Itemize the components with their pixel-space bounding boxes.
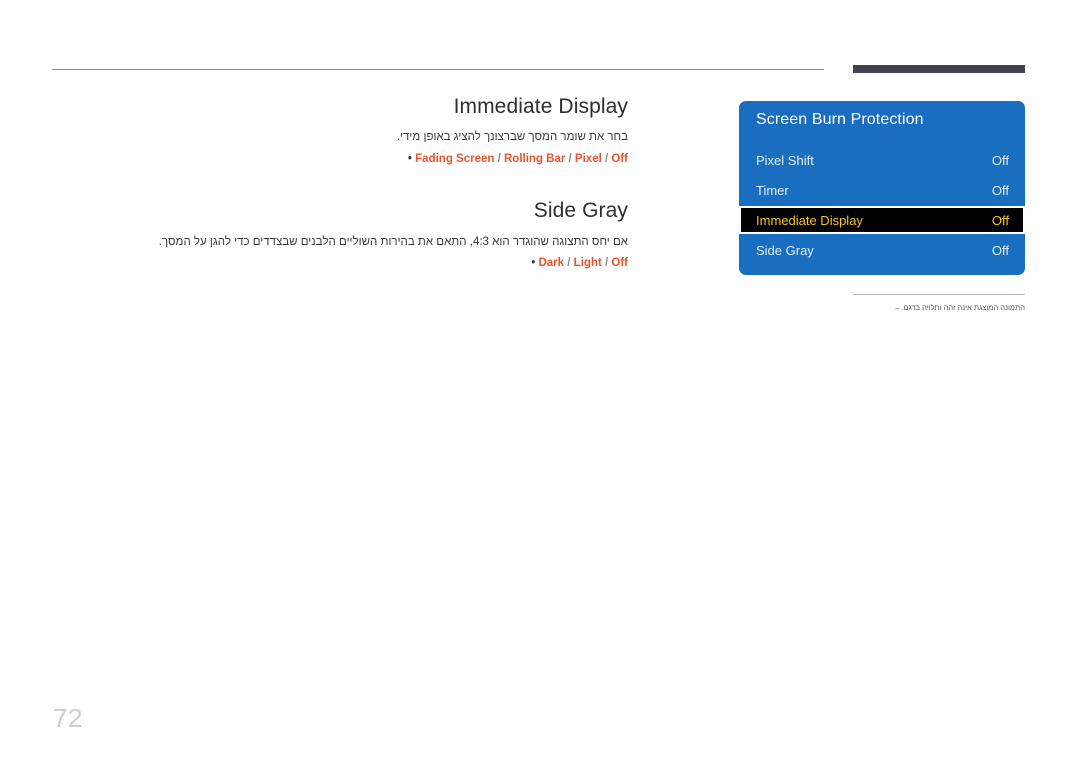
options-text-immediate-display: Fading Screen / Rolling Bar / Pixel / Of…	[415, 153, 628, 166]
section-immediate-display: Immediate Display בחר את שומר המסך שברצו…	[52, 94, 628, 168]
section-title-side-gray: Side Gray	[533, 199, 628, 223]
osd-item-label: Immediate Display	[756, 212, 863, 228]
osd-menu-item-side-gray[interactable]: Side Gray Off	[739, 235, 1025, 265]
footnote-text: התמונה המוצגת אינה זהה ותלויה בדגם.	[901, 303, 1025, 312]
footnote-divider-line	[853, 294, 1025, 295]
section-title-immediate-display: Immediate Display	[453, 95, 628, 118]
osd-item-label: Timer	[756, 182, 789, 198]
header-accent-bar	[853, 65, 1025, 73]
header-divider-line	[52, 69, 824, 70]
osd-menu-list: Pixel Shift Off Timer Off Immediate Disp…	[739, 145, 1025, 265]
osd-screen-burn-protection-panel: Screen Burn Protection Pixel Shift Off T…	[739, 101, 1025, 275]
section-side-gray: Side Gray אם יחס התצוגה שהוגדר הוא 4:3, …	[52, 198, 628, 272]
section-options-side-gray: Dark / Light / Off •	[52, 255, 628, 272]
bullet-marker-immediate-display: •	[407, 153, 412, 166]
footnote-dash-marker: –	[895, 303, 900, 312]
footnote: התמונה המוצגת אינה זהה ותלויה בדגם. –	[825, 303, 1025, 314]
documentation-column: Immediate Display בחר את שומר המסך שברצו…	[52, 94, 628, 273]
osd-panel-title: Screen Burn Protection	[756, 111, 924, 128]
section-options-immediate-display: Fading Screen / Rolling Bar / Pixel / Of…	[52, 151, 628, 168]
section-body-immediate-display: בחר את שומר המסך שברצונך להציג באופן מיד…	[396, 131, 628, 144]
osd-item-value: Off	[991, 242, 1009, 258]
page-number: 72	[53, 703, 83, 733]
osd-item-label: Side Gray	[756, 242, 814, 258]
osd-menu-item-timer[interactable]: Timer Off	[739, 175, 1025, 205]
osd-item-value: Off	[991, 152, 1009, 168]
osd-menu-item-pixel-shift[interactable]: Pixel Shift Off	[739, 145, 1025, 175]
osd-menu-item-immediate-display[interactable]: Immediate Display Off	[739, 206, 1025, 234]
bullet-marker-side-gray: •	[531, 257, 536, 270]
osd-item-label: Pixel Shift	[756, 152, 814, 168]
options-text-side-gray: Dark / Light / Off	[538, 257, 629, 270]
osd-item-value: Off	[991, 182, 1009, 198]
osd-item-value: Off	[991, 212, 1009, 228]
section-body-side-gray: אם יחס התצוגה שהוגדר הוא 4:3, התאם את בה…	[158, 235, 628, 248]
